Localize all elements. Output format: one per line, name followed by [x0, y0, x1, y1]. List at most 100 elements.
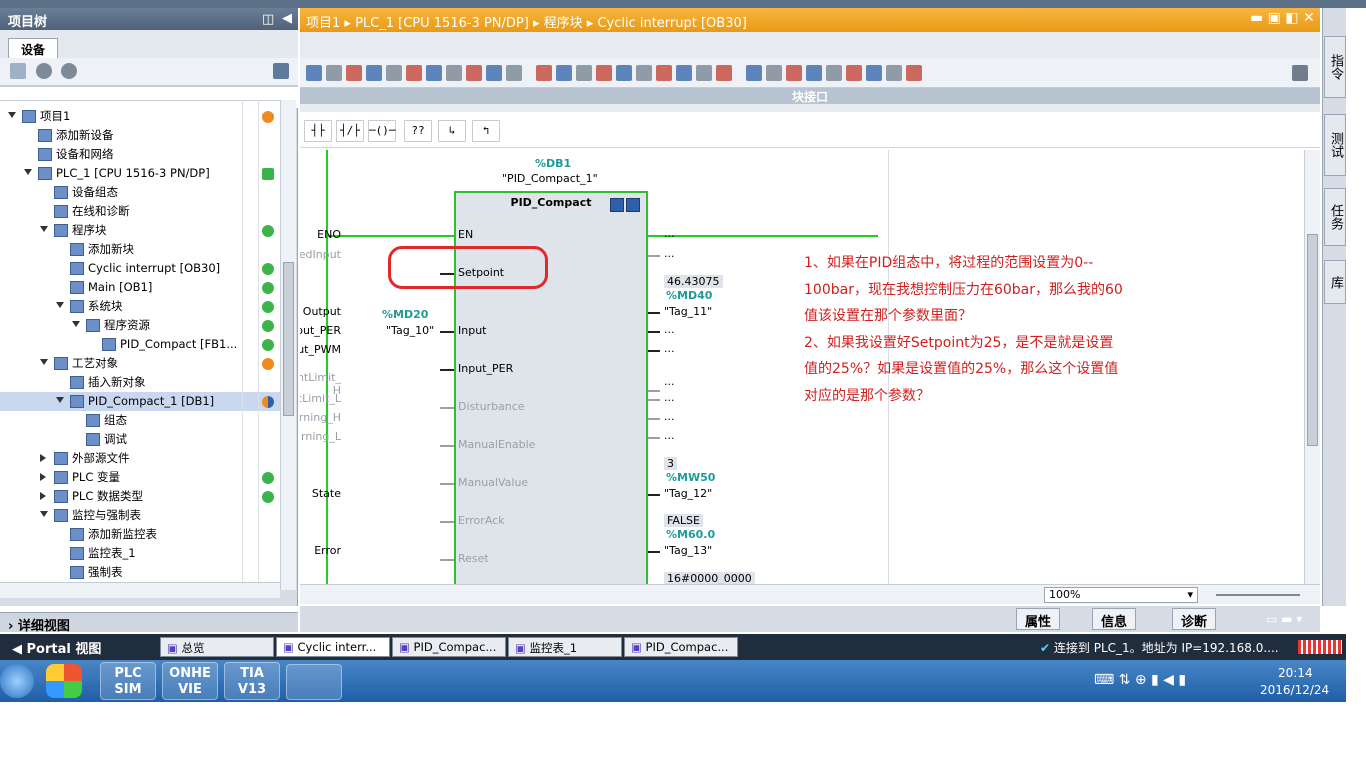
- new-icon[interactable]: [10, 63, 26, 79]
- chevron-down-icon[interactable]: [40, 511, 48, 517]
- right-tab-2[interactable]: 任务: [1324, 188, 1346, 246]
- windows-logo-icon[interactable]: [46, 664, 82, 698]
- window-layout-icon[interactable]: [1292, 65, 1308, 81]
- toolbar-icon[interactable]: [346, 65, 362, 81]
- zoom-select[interactable]: 100% ▾: [1044, 587, 1198, 603]
- window-controls-icon[interactable]: ▬ ▣ ◧ ✕: [1250, 10, 1315, 26]
- collapse-left-icon[interactable]: ◀: [282, 11, 292, 26]
- chevron-down-icon[interactable]: [56, 397, 64, 403]
- toolbar-icon[interactable]: [746, 65, 762, 81]
- toolbar-icon[interactable]: [716, 65, 732, 81]
- toolbar-icon[interactable]: [446, 65, 462, 81]
- browser-app-icon[interactable]: [286, 664, 342, 700]
- inspector-tab-1[interactable]: 信息: [1092, 608, 1137, 630]
- toolbar-icon[interactable]: [806, 65, 822, 81]
- toolbar-icon[interactable]: [406, 65, 422, 81]
- toolbar-icon[interactable]: [846, 65, 862, 81]
- toolbar-icon[interactable]: [366, 65, 382, 81]
- toolbar-icon[interactable]: [596, 65, 612, 81]
- tree-item[interactable]: 设备和网络: [0, 145, 280, 164]
- toolbar-icon[interactable]: [306, 65, 322, 81]
- editor-tab-1[interactable]: ▣ Cyclic interr...: [276, 637, 390, 657]
- tree-view-icon[interactable]: [273, 63, 289, 79]
- tree-item[interactable]: PID_Compact_1 [DB1]: [0, 392, 280, 411]
- taskbar-app-0[interactable]: PLC SIM: [100, 662, 156, 700]
- toolbar-icon[interactable]: [656, 65, 672, 81]
- toolbar-icon[interactable]: [466, 65, 482, 81]
- toolbar-icon[interactable]: [636, 65, 652, 81]
- tree-item[interactable]: PLC 变量: [0, 468, 280, 487]
- toolbar-icon[interactable]: [506, 65, 522, 81]
- tree-item[interactable]: 外部源文件: [0, 449, 280, 468]
- tree-item[interactable]: 设备组态: [0, 183, 280, 202]
- chevron-down-icon[interactable]: [72, 321, 80, 327]
- chevron-down-icon[interactable]: [8, 112, 16, 118]
- toolbar-icon[interactable]: [866, 65, 882, 81]
- tree-item[interactable]: 程序块: [0, 221, 280, 240]
- breadcrumb-item[interactable]: PLC_1 [CPU 1516-3 PN/DP]: [355, 16, 529, 31]
- nc-contact-icon[interactable]: ┤/├: [336, 120, 364, 142]
- inspector-tab-2[interactable]: 诊断: [1172, 608, 1217, 630]
- network-scroll-thumb[interactable]: [1307, 234, 1318, 446]
- toolbar-icon[interactable]: [386, 65, 402, 81]
- empty-box-icon[interactable]: ??: [404, 120, 432, 142]
- start-button-icon[interactable]: [0, 664, 34, 698]
- tree-item[interactable]: 添加新块: [0, 240, 280, 259]
- toolbar-icon[interactable]: [616, 65, 632, 81]
- tray-icons[interactable]: ⌨ ⇅ ⊕ ▮ ◀ ▮: [1094, 672, 1186, 688]
- tree-item[interactable]: Cyclic interrupt [OB30]: [0, 259, 280, 278]
- editor-tab-2[interactable]: ▣ PID_Compac...: [392, 637, 506, 657]
- tree-item[interactable]: 调试: [0, 430, 280, 449]
- taskbar-app-2[interactable]: TIA V13: [224, 662, 280, 700]
- toolbar-icon[interactable]: [556, 65, 572, 81]
- zoom-slider[interactable]: [1216, 594, 1300, 596]
- toolbar-icon[interactable]: [326, 65, 342, 81]
- tree-item[interactable]: 系统块: [0, 297, 280, 316]
- tree-horizontal-scrollbar[interactable]: [0, 582, 280, 598]
- editor-tab-3[interactable]: ▣ 监控表_1: [508, 637, 622, 657]
- tree-item[interactable]: 监控与强制表: [0, 506, 280, 525]
- editor-tab-0[interactable]: ▣ 总览: [160, 637, 274, 657]
- tree-item[interactable]: 程序资源: [0, 316, 280, 335]
- forward-icon[interactable]: [61, 63, 77, 79]
- toolbar-icon[interactable]: [906, 65, 922, 81]
- inspector-layout-icon[interactable]: ▭ ▬ ▾: [1266, 612, 1302, 626]
- breadcrumb-item[interactable]: Cyclic interrupt [OB30]: [597, 16, 746, 31]
- portal-view-button[interactable]: ◀ Portal 视图: [12, 638, 101, 657]
- back-icon[interactable]: [35, 63, 52, 79]
- taskbar-app-1[interactable]: ONHE VIE: [162, 662, 218, 700]
- toolbar-icon[interactable]: [766, 65, 782, 81]
- right-tab-3[interactable]: 库: [1324, 260, 1346, 304]
- chevron-down-icon[interactable]: [40, 359, 48, 365]
- toolbar-icon[interactable]: [486, 65, 502, 81]
- breadcrumb-item[interactable]: 程序块: [544, 16, 583, 31]
- chevron-right-icon[interactable]: [40, 492, 46, 500]
- network-vertical-scrollbar[interactable]: [1304, 150, 1320, 584]
- tree-item[interactable]: 工艺对象: [0, 354, 280, 373]
- toolbar-icon[interactable]: [696, 65, 712, 81]
- tree-vertical-scrollbar[interactable]: [280, 100, 296, 590]
- tree-item[interactable]: 项目1: [0, 107, 280, 126]
- tree-item[interactable]: Main [OB1]: [0, 278, 280, 297]
- tree-scroll-thumb[interactable]: [283, 262, 294, 416]
- toolbar-icon[interactable]: [576, 65, 592, 81]
- clock-date[interactable]: 2016/12/24: [1260, 683, 1329, 697]
- toolbar-icon[interactable]: [826, 65, 842, 81]
- tree-item[interactable]: 添加新设备: [0, 126, 280, 145]
- toolbar-icon[interactable]: [426, 65, 442, 81]
- tree-item[interactable]: PLC_1 [CPU 1516-3 PN/DP]: [0, 164, 280, 183]
- clock-time[interactable]: 20:14: [1278, 666, 1313, 680]
- tree-item[interactable]: PID_Compact [FB1...: [0, 335, 280, 354]
- tree-item[interactable]: 添加新监控表: [0, 525, 280, 544]
- detail-view-bar[interactable]: › 详细视图: [0, 612, 298, 634]
- chevron-down-icon[interactable]: [24, 169, 32, 175]
- toolbar-icon[interactable]: [676, 65, 692, 81]
- inspector-tab-0[interactable]: 属性: [1016, 608, 1061, 630]
- chevron-right-icon[interactable]: [40, 454, 46, 462]
- coil-icon[interactable]: ─()─: [368, 120, 396, 142]
- no-contact-icon[interactable]: ┤├: [304, 120, 332, 142]
- tree-item[interactable]: PLC 数据类型: [0, 487, 280, 506]
- right-tab-0[interactable]: 指令: [1324, 36, 1346, 98]
- pin-icon[interactable]: ◫: [262, 12, 274, 27]
- tree-item[interactable]: 组态: [0, 411, 280, 430]
